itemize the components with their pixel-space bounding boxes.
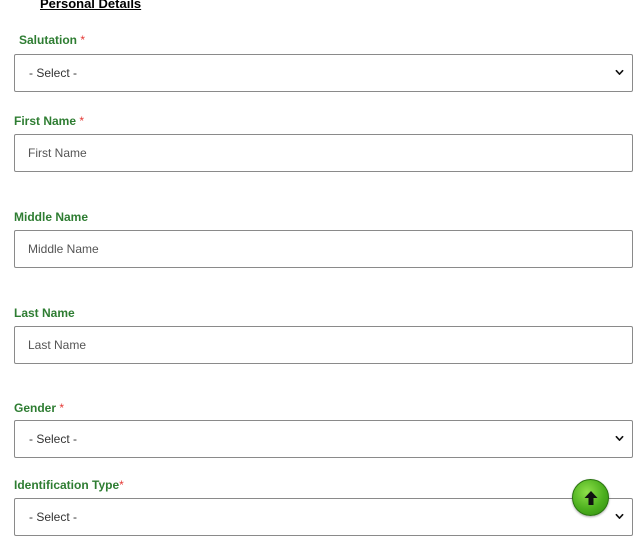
- last-name-label: Last Name: [14, 306, 75, 320]
- first-name-field[interactable]: [14, 134, 633, 172]
- identification-type-selected-value: - Select -: [29, 510, 78, 524]
- middle-name-label: Middle Name: [14, 210, 88, 224]
- gender-label-text: Gender: [14, 401, 57, 415]
- salutation-selected-value: - Select -: [29, 66, 78, 80]
- required-marker: *: [119, 478, 124, 492]
- required-marker: *: [79, 114, 85, 128]
- salutation-select[interactable]: - Select -: [14, 54, 633, 92]
- chevron-down-icon: [615, 69, 624, 75]
- arrow-up-icon: [584, 490, 597, 505]
- identification-type-select[interactable]: - Select -: [14, 498, 633, 536]
- middle-name-input[interactable]: [15, 231, 632, 267]
- last-name-label-text: Last Name: [14, 306, 75, 320]
- first-name-label-text: First Name: [14, 114, 77, 128]
- middle-name-label-text: Middle Name: [14, 210, 89, 224]
- identification-type-label: Identification Type*: [14, 478, 124, 492]
- gender-select[interactable]: - Select -: [14, 420, 633, 458]
- required-marker: *: [80, 33, 86, 47]
- identification-type-label-text: Identification Type: [14, 478, 120, 492]
- middle-name-field[interactable]: [14, 230, 633, 268]
- first-name-label: First Name *: [14, 114, 84, 128]
- required-marker: *: [59, 401, 65, 415]
- section-title: Personal Details: [40, 0, 142, 11]
- salutation-label-text: Salutation: [19, 33, 78, 47]
- scroll-to-top-button[interactable]: [572, 479, 609, 516]
- first-name-input[interactable]: [15, 135, 632, 171]
- gender-label: Gender *: [14, 401, 64, 415]
- last-name-field[interactable]: [14, 326, 633, 364]
- chevron-down-icon: [615, 435, 624, 441]
- salutation-label: Salutation *: [19, 33, 85, 47]
- last-name-input[interactable]: [15, 327, 632, 363]
- gender-selected-value: - Select -: [29, 432, 78, 446]
- chevron-down-icon: [615, 513, 624, 519]
